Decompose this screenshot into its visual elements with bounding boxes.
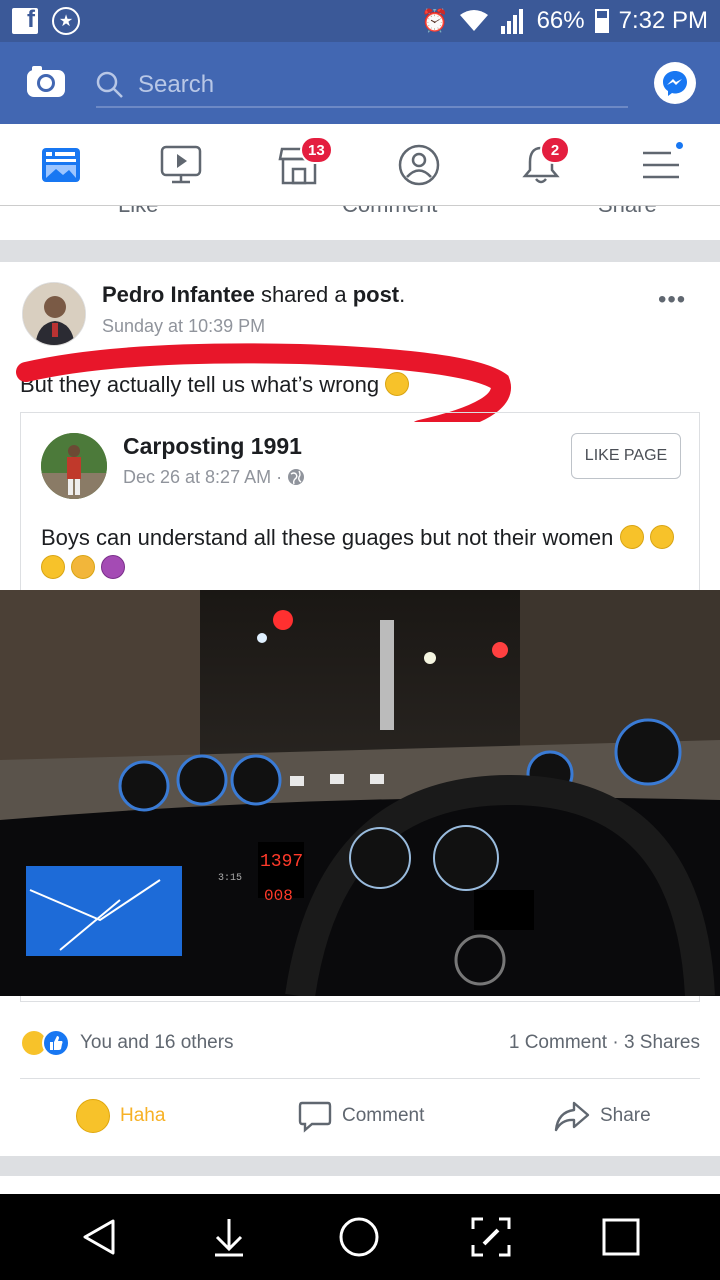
tab-marketplace[interactable]: 13 bbox=[276, 136, 333, 188]
home-circle-icon bbox=[339, 1217, 379, 1257]
haha-button[interactable]: Haha bbox=[76, 1096, 165, 1136]
post-caption: But they actually tell us what’s wrong bbox=[20, 372, 380, 397]
status-bar: f ★ ⏰ 66% 7:32 PM bbox=[0, 0, 720, 42]
star-badge-notification-icon: ★ bbox=[52, 7, 80, 35]
share-label: Share bbox=[600, 1105, 651, 1126]
like-page-button[interactable]: LIKE PAGE bbox=[571, 433, 681, 479]
shared-action-text: shared a bbox=[260, 282, 347, 307]
sad-sweat-emoji-icon bbox=[71, 555, 96, 579]
search-bar[interactable] bbox=[96, 64, 628, 108]
back-button[interactable] bbox=[76, 1214, 122, 1260]
download-arrow-icon bbox=[215, 1219, 243, 1257]
post-photo[interactable]: 1397 008 3:15 bbox=[0, 590, 720, 996]
prev-like-button[interactable]: Like bbox=[118, 206, 158, 218]
car-dashboard-photo: 1397 008 3:15 bbox=[0, 590, 720, 996]
notifications-badge: 2 bbox=[540, 136, 570, 164]
camera-icon[interactable] bbox=[26, 64, 66, 98]
shared-timestamp: Dec 26 at 8:27 AM · bbox=[123, 467, 305, 488]
wifi-icon bbox=[459, 10, 488, 31]
post-timestamp: Sunday at 10:39 PM bbox=[102, 316, 266, 336]
haha-emoji-icon bbox=[76, 1099, 110, 1133]
post-actions: Haha Comment Share bbox=[0, 1088, 720, 1148]
download-button[interactable] bbox=[206, 1214, 252, 1260]
engagement-counts[interactable]: 1 Comment · 3 Shares bbox=[509, 1032, 700, 1054]
comments-count[interactable]: 1 Comment bbox=[509, 1032, 607, 1053]
shared-date: Dec 26 at 8:27 AM bbox=[123, 467, 272, 487]
screenshot-button[interactable] bbox=[468, 1214, 514, 1260]
battery-percent: 66% bbox=[536, 7, 585, 34]
like-reaction-icon bbox=[42, 1029, 70, 1057]
clock: 7:32 PM bbox=[618, 7, 708, 34]
messenger-icon[interactable] bbox=[654, 62, 696, 104]
video-icon bbox=[160, 145, 202, 184]
count-separator: · bbox=[612, 1032, 624, 1053]
shares-count[interactable]: 3 Shares bbox=[624, 1032, 700, 1053]
post-header: Pedro Infantee shared a post. bbox=[102, 282, 405, 308]
dizzy-emoji-icon bbox=[101, 555, 126, 579]
tab-profile[interactable] bbox=[396, 142, 442, 188]
comment-icon bbox=[298, 1101, 332, 1133]
facebook-notification-icon: f bbox=[12, 6, 38, 34]
back-triangle-icon bbox=[83, 1219, 115, 1255]
photo-readout-bottom: 008 bbox=[264, 887, 293, 905]
menu-new-dot bbox=[674, 140, 685, 151]
cell-signal-icon bbox=[500, 9, 523, 34]
separator-dot: · bbox=[276, 467, 288, 487]
app-bar bbox=[0, 42, 720, 124]
reactions-summary[interactable]: You and 16 others 1 Comment · 3 Shares bbox=[20, 1028, 700, 1058]
comment-label: Comment bbox=[342, 1105, 425, 1126]
shared-text: Boys can understand all these guages but… bbox=[41, 523, 681, 583]
home-button[interactable] bbox=[336, 1214, 382, 1260]
feed-post: Pedro Infantee shared a post. Sunday at … bbox=[0, 262, 720, 1156]
nav-tabs: 13 2 bbox=[0, 124, 720, 206]
shared-caption: Boys can understand all these guages but… bbox=[41, 525, 614, 550]
tab-watch[interactable] bbox=[158, 142, 204, 188]
share-button[interactable]: Share bbox=[554, 1096, 651, 1136]
recents-square-icon bbox=[602, 1218, 640, 1256]
haha-label: Haha bbox=[120, 1105, 166, 1126]
search-icon bbox=[96, 71, 123, 98]
tab-menu[interactable] bbox=[638, 140, 685, 188]
screenshot-edit-icon bbox=[471, 1217, 511, 1257]
sweat-smile-emoji-icon bbox=[649, 525, 674, 549]
tab-news-feed[interactable] bbox=[38, 142, 84, 188]
profile-icon bbox=[398, 144, 440, 186]
recents-button[interactable] bbox=[598, 1214, 644, 1260]
page-avatar[interactable] bbox=[41, 433, 107, 499]
thinking-emoji-icon bbox=[385, 372, 410, 396]
header-period: . bbox=[399, 282, 406, 307]
alarm-icon: ⏰ bbox=[421, 8, 449, 33]
author-avatar[interactable] bbox=[22, 282, 86, 346]
previous-post-actions: Like Comment Share bbox=[0, 206, 720, 240]
globe-icon bbox=[288, 469, 305, 485]
tired-emoji-icon bbox=[41, 555, 65, 579]
menu-icon bbox=[643, 151, 679, 179]
reactions-count[interactable]: You and 16 others bbox=[80, 1032, 234, 1054]
prev-comment-button[interactable]: Comment bbox=[342, 206, 437, 218]
photo-clock: 3:15 bbox=[218, 873, 242, 884]
tab-notifications[interactable]: 2 bbox=[518, 136, 570, 188]
battery-icon bbox=[594, 9, 609, 33]
more-options-icon[interactable]: ••• bbox=[658, 286, 686, 314]
actions-divider bbox=[20, 1078, 700, 1079]
next-post-peek bbox=[0, 1176, 720, 1196]
marketplace-badge: 13 bbox=[300, 136, 333, 164]
prev-share-button[interactable]: Share bbox=[598, 206, 657, 218]
system-nav-bar bbox=[0, 1194, 720, 1280]
search-input[interactable] bbox=[138, 71, 598, 99]
post-text: But they actually tell us what’s wrong bbox=[20, 372, 410, 398]
photo-readout-top: 1397 bbox=[260, 852, 303, 872]
page-name[interactable]: Carposting 1991 bbox=[123, 433, 302, 460]
share-icon bbox=[554, 1101, 590, 1132]
news-feed-icon bbox=[42, 148, 80, 182]
shared-object-link[interactable]: post bbox=[353, 282, 399, 307]
comment-button[interactable]: Comment bbox=[298, 1096, 424, 1136]
expressionless-emoji-icon bbox=[619, 525, 644, 549]
author-name[interactable]: Pedro Infantee bbox=[102, 282, 255, 307]
